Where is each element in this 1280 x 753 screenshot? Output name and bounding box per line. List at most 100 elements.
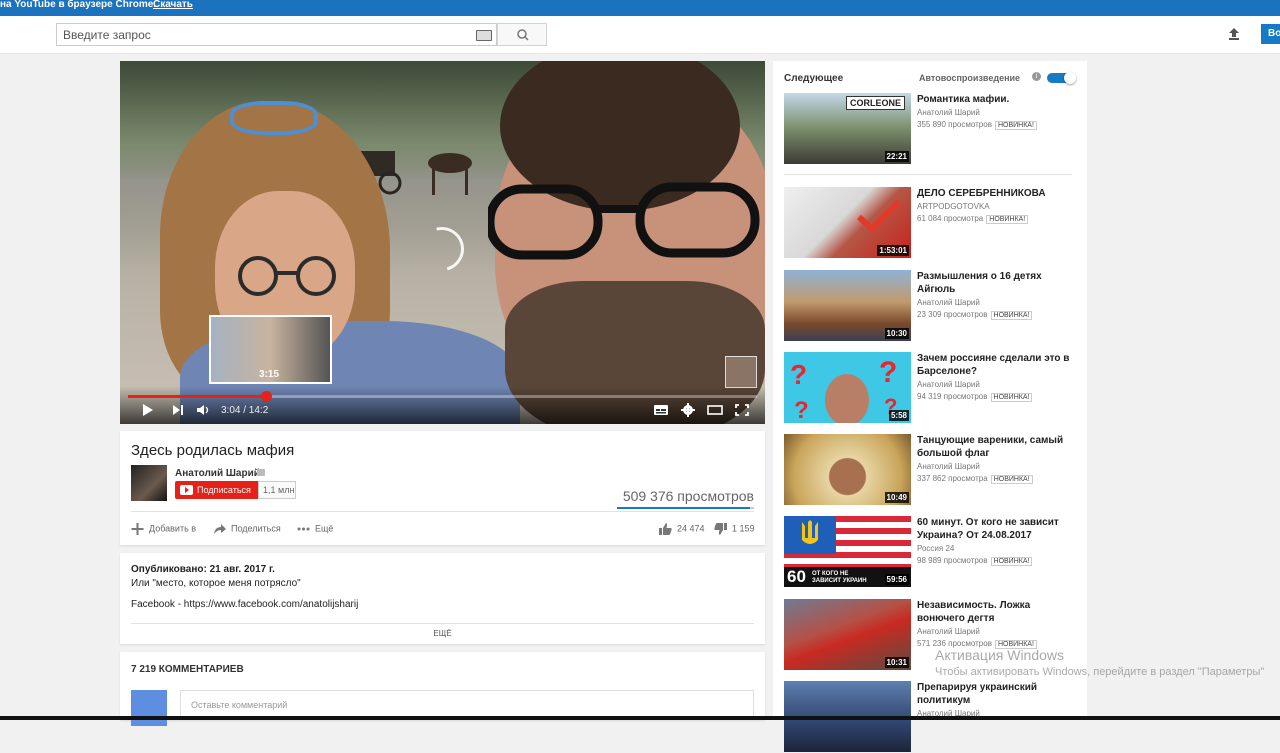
subscriber-count: 1,1 млн (258, 481, 296, 499)
publish-date: Опубликовано: 21 авг. 2017 г. (131, 564, 275, 575)
add-to-button[interactable]: Добавить в (131, 523, 196, 535)
video-duration: 10:30 (884, 328, 909, 339)
video-duration: 5:58 (888, 410, 909, 421)
video-title[interactable]: Зачем россияне сделали это в Барселоне? (917, 352, 1077, 378)
banner-message: на YouTube в браузере Chrome. (0, 0, 157, 10)
next-icon[interactable] (170, 403, 186, 417)
views-text: 23 309 просмотров (917, 310, 988, 319)
progress-bar[interactable] (128, 391, 757, 402)
more-dots-icon (297, 527, 310, 531)
divider (131, 511, 754, 512)
video-title[interactable]: Препарируя украинский политикум (917, 681, 1077, 707)
divider (784, 174, 1072, 175)
divider (131, 623, 754, 624)
player-controls: 3:04 / 14:2 (120, 386, 765, 424)
progress-played (128, 395, 267, 398)
seek-preview-thumbnail: 3:15 (209, 315, 332, 384)
channel-avatar[interactable] (131, 465, 167, 501)
windows-activation-title: Активация Windows (935, 647, 1065, 663)
dislike-button[interactable]: 1 159 (714, 523, 755, 535)
share-button[interactable]: Поделиться (213, 523, 281, 535)
toggle-knob (1064, 72, 1076, 84)
scrubber-handle[interactable] (261, 391, 273, 402)
video-thumbnail[interactable]: CORLEONE 22:21 (784, 93, 911, 164)
video-player[interactable]: 3:15 3:04 / 14:2 (120, 61, 765, 424)
view-count: 98 989 просмотров НОВИНКА! (917, 556, 1033, 566)
related-videos-sidebar: Следующее Автовоспроизведение i CORLEONE… (773, 61, 1087, 752)
woman-glasses (238, 256, 336, 296)
video-thumbnail[interactable]: 10:49 (784, 434, 911, 505)
windows-activation-text: Чтобы активировать Windows, перейдите в … (935, 666, 1265, 678)
channel-name: Анатолий Шарий (917, 627, 980, 636)
masthead: Во (0, 16, 1280, 54)
svg-text:?: ? (790, 359, 807, 390)
thumbs-up-icon (659, 523, 672, 535)
play-icon[interactable] (140, 403, 156, 417)
info-icon[interactable]: i (1032, 72, 1041, 81)
verified-icon (257, 469, 265, 476)
video-duration: 22:21 (884, 151, 909, 162)
video-duration: 1:53:01 (877, 245, 909, 256)
video-title[interactable]: Размышления о 16 детях Айгюль (917, 270, 1077, 296)
view-count: 23 309 просмотров НОВИНКА! (917, 310, 1033, 320)
upload-icon[interactable] (1226, 26, 1242, 42)
comments-count: 7 219 КОММЕНТАРИЕВ (131, 664, 244, 675)
channel-name: Анатолий Шарий (917, 462, 980, 471)
trident-icon (802, 520, 818, 544)
description-card: Опубликовано: 21 авг. 2017 г. Или "место… (120, 553, 765, 644)
views-text: 355 890 просмотров (917, 120, 992, 129)
related-video-item[interactable]: 1:53:01 ДЕЛО СЕРЕБРЕННИКОВА ARTPODGOTOVK… (784, 187, 1079, 259)
video-thumbnail[interactable]: 60 ОТ КОГО НЕ ЗАВИСИТ УКРАИН 59:56 (784, 516, 911, 587)
new-badge: НОВИНКА! (990, 557, 1033, 566)
up-next-label: Следующее (784, 73, 844, 84)
preview-time: 3:15 (259, 369, 280, 380)
keyboard-icon[interactable] (476, 30, 492, 41)
autoplay-toggle[interactable] (1047, 72, 1076, 84)
settings-gear-icon[interactable] (680, 403, 696, 417)
related-video-item[interactable]: 60 ОТ КОГО НЕ ЗАВИСИТ УКРАИН 59:56 60 ми… (784, 516, 1079, 588)
related-video-item[interactable]: CORLEONE 22:21 Романтика мафии. Анатолий… (784, 93, 1079, 165)
video-title[interactable]: Романтика мафии. (917, 93, 1077, 106)
video-thumbnail[interactable]: 10:31 (784, 599, 911, 670)
subscribe-button[interactable]: Подписаться (175, 481, 258, 499)
sunglasses-on-head (230, 101, 318, 135)
description-link[interactable]: Facebook - https://www.facebook.com/anat… (131, 599, 358, 610)
fullscreen-icon[interactable] (734, 403, 750, 417)
signin-button[interactable]: Во (1261, 24, 1280, 44)
theater-mode-icon[interactable] (707, 403, 723, 417)
related-video-item[interactable]: ? ? ? ? 5:58 Зачем россияне сделали это … (784, 352, 1079, 424)
show-more-button[interactable]: ЕЩЁ (120, 629, 765, 638)
like-button[interactable]: 24 474 (659, 523, 705, 535)
add-to-label: Добавить в (149, 523, 197, 534)
thumbnail-caption: ОТ КОГО НЕ ЗАВИСИТ УКРАИН (812, 571, 867, 584)
video-title[interactable]: Танцующие вареники, самый большой флаг (917, 434, 1077, 460)
dislike-count: 1 159 (732, 523, 755, 534)
more-actions-button[interactable]: Ещё (297, 523, 333, 535)
video-thumbnail[interactable]: 1:53:01 (784, 187, 911, 258)
video-thumbnail[interactable]: ? ? ? ? 5:58 (784, 352, 911, 423)
volume-icon[interactable] (195, 403, 211, 417)
video-info-card: Здесь родилась мафия Анатолий Шарий Подп… (120, 431, 765, 545)
user-avatar (131, 690, 167, 726)
related-video-item[interactable]: 10:49 Танцующие вареники, самый большой … (784, 434, 1079, 506)
subtitles-icon[interactable] (653, 403, 669, 417)
video-title[interactable]: 60 минут. От кого не зависит Украина? От… (917, 516, 1077, 542)
more-actions-label: Ещё (315, 523, 334, 534)
like-ratio-bar (617, 507, 754, 509)
channel-watermark[interactable] (725, 356, 757, 388)
channel-name: Анатолий Шарий (917, 108, 980, 117)
related-video-item[interactable]: 10:30 Размышления о 16 детях Айгюль Анат… (784, 270, 1079, 342)
taskbar-edge (0, 716, 1280, 720)
search-input[interactable] (57, 24, 469, 45)
comments-section: 7 219 КОММЕНТАРИЕВ Оставьте комментарий (120, 652, 765, 726)
search-button[interactable] (497, 23, 547, 46)
video-title: Здесь родилась мафия (131, 442, 295, 459)
like-count: 24 474 (677, 523, 705, 534)
download-link[interactable]: Скачать (153, 0, 193, 10)
new-badge: НОВИНКА! (994, 121, 1037, 130)
video-title[interactable]: ДЕЛО СЕРЕБРЕННИКОВА (917, 187, 1077, 200)
channel-name[interactable]: Анатолий Шарий (175, 468, 260, 479)
man-glasses (488, 182, 760, 260)
video-title[interactable]: Независимость. Ложка вонючего дегтя (917, 599, 1077, 625)
video-thumbnail[interactable]: 10:30 (784, 270, 911, 341)
